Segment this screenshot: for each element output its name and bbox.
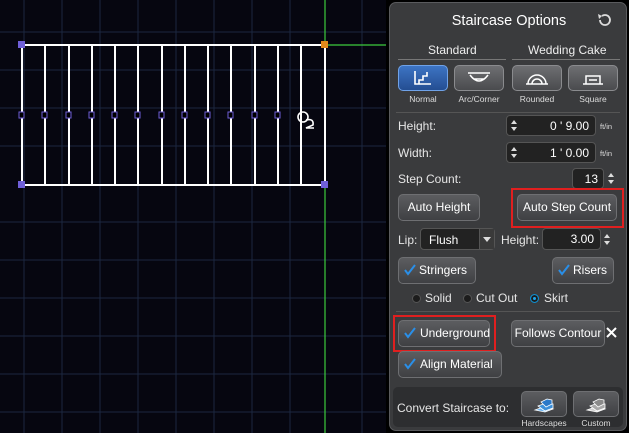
- width-spinner[interactable]: [509, 145, 518, 160]
- riser-solid-label: Solid: [425, 291, 452, 305]
- hardscapes-label: Hardscapes: [521, 418, 567, 428]
- step-count-field[interactable]: 13: [572, 168, 604, 189]
- width-label: Width:: [398, 146, 433, 160]
- corner-handles: [18, 41, 328, 188]
- height-value: 0 ' 9.00: [550, 119, 589, 133]
- height-spinner[interactable]: [509, 118, 518, 133]
- type-normal-label: Normal: [409, 94, 437, 104]
- type-arc-corner-label: Arc/Corner: [458, 94, 500, 104]
- divider: [396, 112, 620, 113]
- align-material-label: Align Material: [420, 357, 493, 371]
- wedding-cake-group-label: Wedding Cake: [528, 43, 607, 57]
- wedding-cake-group-divider: [512, 59, 620, 60]
- stringers-toggle[interactable]: Stringers: [398, 257, 476, 284]
- close-icon[interactable]: [606, 327, 617, 338]
- lip-height-spinner[interactable]: [602, 232, 611, 247]
- step-count-spinner[interactable]: [606, 171, 615, 186]
- width-field[interactable]: 1 ' 0.00: [506, 142, 596, 163]
- divider: [396, 311, 620, 312]
- standard-group-divider: [398, 59, 506, 60]
- checkmark-icon: [404, 264, 416, 276]
- hardscapes-icon: [533, 398, 555, 413]
- type-normal-button[interactable]: [398, 65, 448, 91]
- lip-label: Lip:: [398, 233, 418, 247]
- risers-toggle[interactable]: Risers: [552, 257, 614, 284]
- align-material-toggle[interactable]: Align Material: [398, 351, 502, 378]
- lip-value: Flush: [429, 233, 459, 247]
- grid-and-staircase[interactable]: [0, 0, 386, 433]
- type-rounded-label: Rounded: [519, 94, 555, 104]
- height-label: Height:: [398, 119, 437, 133]
- panel-title: Staircase Options: [451, 13, 567, 29]
- convert-label: Convert Staircase to:: [397, 401, 510, 415]
- lip-dropdown-arrow: [479, 229, 494, 249]
- checkmark-icon: [558, 264, 570, 276]
- convert-custom-button[interactable]: [573, 391, 619, 417]
- convert-section: Convert Staircase to: Hardscapes Custom: [393, 387, 623, 428]
- lip-dropdown[interactable]: Flush: [420, 228, 495, 250]
- type-arc-corner-button[interactable]: [454, 65, 504, 91]
- chevron-down-icon: [483, 237, 491, 242]
- rounded-stair-icon: [526, 74, 548, 85]
- step-count-label: Step Count:: [398, 172, 462, 186]
- step-count-value: 13: [584, 172, 598, 186]
- stringers-label: Stringers: [419, 263, 468, 277]
- normal-stair-icon: [414, 71, 431, 85]
- width-value: 1 ' 0.00: [550, 146, 589, 160]
- checkmark-icon: [404, 358, 416, 370]
- width-unit: ft/in: [600, 149, 613, 158]
- riser-skirt-label: Skirt: [544, 291, 568, 305]
- convert-hardscapes-button[interactable]: [521, 391, 567, 417]
- type-square-button[interactable]: [568, 65, 618, 91]
- auto-height-button[interactable]: Auto Height: [398, 194, 480, 221]
- custom-label: Custom: [581, 418, 611, 428]
- highlight-box: [393, 315, 496, 352]
- lip-height-value: 3.00: [570, 232, 594, 246]
- riser-solid-radio[interactable]: [412, 294, 421, 303]
- highlight-box: [511, 188, 624, 228]
- riser-skirt-radio[interactable]: [530, 294, 539, 303]
- arc-corner-stair-icon: [468, 72, 490, 82]
- square-stair-icon: [583, 75, 603, 85]
- lip-height-field[interactable]: 3.00: [542, 228, 601, 250]
- tread-midpoint-handles: [18, 111, 281, 119]
- drawing-canvas[interactable]: [0, 0, 386, 433]
- reset-icon[interactable]: [596, 11, 614, 29]
- staircase-options-panel: Staircase Options Standard Wedding Cake …: [389, 2, 627, 431]
- lip-height-label: Height:: [501, 233, 540, 247]
- type-square-label: Square: [579, 94, 607, 104]
- custom-icon: [585, 398, 607, 413]
- type-rounded-button[interactable]: [512, 65, 562, 91]
- standard-group-label: Standard: [428, 43, 477, 57]
- follows-contour-toggle[interactable]: Follows Contour: [511, 320, 605, 347]
- stair-treads: [44, 45, 302, 185]
- riser-cutout-radio[interactable]: [463, 294, 472, 303]
- risers-label: Risers: [573, 263, 608, 277]
- height-unit: ft/in: [600, 122, 613, 131]
- riser-cutout-label: Cut Out: [476, 291, 518, 305]
- height-field[interactable]: 0 ' 9.00: [506, 115, 596, 136]
